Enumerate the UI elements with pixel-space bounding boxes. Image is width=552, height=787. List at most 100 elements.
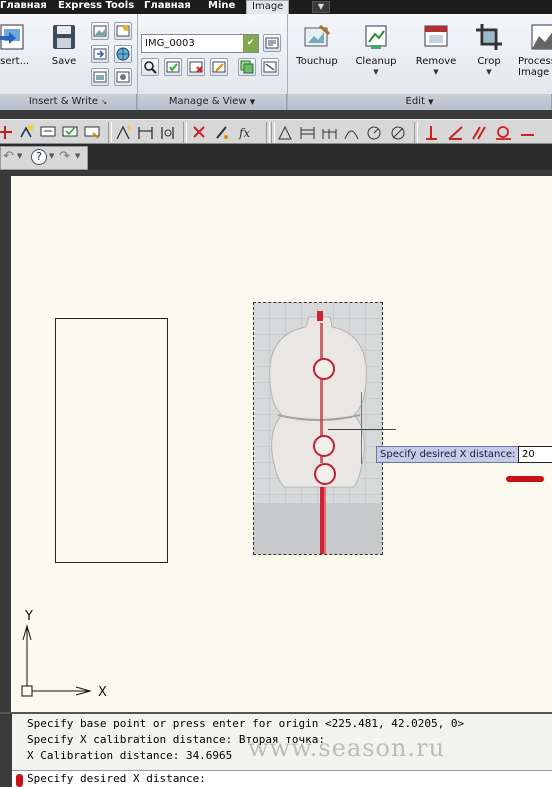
arc-dim-icon[interactable] xyxy=(342,123,361,142)
aligned-dim-icon[interactable] xyxy=(158,123,177,142)
edit-panel-title[interactable]: Edit ▼ xyxy=(288,94,552,110)
save-button-label: Save xyxy=(51,56,77,67)
manage-view-panel-title[interactable]: Manage & View ▼ xyxy=(138,94,287,110)
toolbar-separator xyxy=(271,122,275,143)
help-icon[interactable]: ? xyxy=(31,149,47,165)
crop-button[interactable]: Crop ▼ xyxy=(465,18,513,88)
chevron-down-icon[interactable]: ✔ xyxy=(243,35,258,52)
cleanup-button[interactable]: Cleanup ▼ xyxy=(352,18,400,88)
process-image-label: Process Image xyxy=(518,56,552,78)
perpendicular-icon[interactable] xyxy=(422,123,441,142)
insert-button-label: Insert... xyxy=(0,56,30,67)
crop-label: Crop xyxy=(477,56,501,67)
tab-mine[interactable]: Mine xyxy=(208,0,235,14)
cleanup-label: Cleanup xyxy=(355,56,397,67)
zoom-image-icon[interactable] xyxy=(141,58,159,76)
command-history-line: X Calibration distance: 34.6965 xyxy=(27,749,233,762)
chevron-down-icon[interactable]: ▼ xyxy=(17,152,22,160)
touchup-label: Touchup xyxy=(296,56,338,67)
dimension-toolbar: fx xyxy=(0,119,552,144)
toolbar-separator xyxy=(414,122,418,143)
dropdown-icon[interactable]: ▼ xyxy=(312,1,330,13)
ribbon-tab-bar: Главная Express Tools Главная Mine Image… xyxy=(0,0,552,14)
chevron-down-icon: ▼ xyxy=(249,98,256,106)
tab-glavnaya-1[interactable]: Главная xyxy=(0,0,47,14)
toolbar-separator xyxy=(183,122,187,143)
crosshair-horizontal xyxy=(328,429,396,430)
save-button[interactable]: Save xyxy=(40,18,88,88)
chevron-down-icon[interactable]: ▼ xyxy=(75,152,80,160)
command-prompt: Specify desired X distance: xyxy=(27,772,206,785)
ribbon: Insert... Save Insert & Write ↘ IMG_0003… xyxy=(0,14,552,110)
ordinate-dim-icon[interactable] xyxy=(276,123,295,142)
radius-dim-icon[interactable] xyxy=(364,123,383,142)
cleanup-icon xyxy=(365,25,387,49)
text-edit-icon[interactable] xyxy=(39,123,58,142)
process-image-icon xyxy=(531,24,552,50)
text-tag-icon[interactable] xyxy=(83,123,102,142)
baseline-dim-icon[interactable] xyxy=(298,123,317,142)
dynamic-input-field[interactable]: 20 xyxy=(518,446,552,463)
delete-objects-icon[interactable] xyxy=(190,123,209,142)
undo-icon[interactable]: ↶ xyxy=(3,149,14,164)
image-manager-icon[interactable] xyxy=(263,34,281,52)
tab-image[interactable]: Image xyxy=(246,0,290,14)
insert-write-panel-title[interactable]: Insert & Write ↘ xyxy=(0,94,137,110)
command-highlight-mark xyxy=(16,774,23,787)
command-history-line: Specify base point or press enter for or… xyxy=(27,717,465,730)
edit-properties-icon[interactable] xyxy=(212,123,231,142)
watermark: www.season.ru xyxy=(248,734,446,762)
crop-icon xyxy=(476,24,502,50)
parallel-icon[interactable] xyxy=(470,123,489,142)
redo-icon[interactable]: ↷ xyxy=(59,149,70,164)
ucs-x-label: X xyxy=(98,685,107,700)
horizontal-icon[interactable] xyxy=(518,123,537,142)
chevron-down-icon: ▼ xyxy=(433,68,439,76)
crosshair-vertical xyxy=(361,392,362,464)
image-delete-icon[interactable] xyxy=(187,58,205,76)
image-copy-icon[interactable] xyxy=(238,58,256,76)
image-globe-icon[interactable] xyxy=(114,45,132,63)
image-edit-icon[interactable] xyxy=(210,58,228,76)
angle-dim-icon[interactable] xyxy=(114,123,133,142)
image-name-combobox[interactable]: IMG_0003 ✔ xyxy=(141,34,259,53)
touchup-button[interactable]: Touchup xyxy=(293,18,341,88)
tab-express-tools[interactable]: Express Tools xyxy=(58,0,134,14)
rotate-icon[interactable] xyxy=(17,123,36,142)
tab-glavnaya-2[interactable]: Главная xyxy=(144,0,191,14)
function-fx-icon[interactable]: fx xyxy=(236,123,255,142)
undo-toolbar: ↶ ▼ ? ▼ ↷ ▼ xyxy=(0,146,88,170)
ucs-icon: Y X xyxy=(21,609,107,700)
image-resize-icon[interactable] xyxy=(261,58,279,76)
insert-image-icon xyxy=(0,24,24,50)
image-check-icon[interactable] xyxy=(164,58,182,76)
cad-window: Главная Express Tools Главная Mine Image… xyxy=(0,0,552,787)
command-line-handle[interactable] xyxy=(0,714,12,787)
linear-dim-icon[interactable] xyxy=(136,123,155,142)
process-image-button[interactable]: Process Image xyxy=(518,18,552,88)
image-export-icon[interactable] xyxy=(91,45,109,63)
image-insert-small-icon[interactable] xyxy=(91,68,109,86)
remove-button[interactable]: Remove ▼ xyxy=(412,18,460,88)
text-check-icon[interactable] xyxy=(61,123,80,142)
remove-icon xyxy=(424,25,448,47)
rectangle-entity[interactable] xyxy=(55,318,168,563)
image-quality-icon[interactable] xyxy=(114,22,132,40)
command-input[interactable]: Specify desired X distance: xyxy=(12,770,552,787)
ribbon-divider xyxy=(0,110,552,119)
insert-button[interactable]: Insert... xyxy=(0,18,34,88)
diameter-dim-icon[interactable] xyxy=(388,123,407,142)
tangent-icon[interactable] xyxy=(494,123,513,142)
image-frame-icon[interactable] xyxy=(91,22,109,40)
highlight-mark xyxy=(506,476,544,482)
touchup-brush-icon xyxy=(304,24,330,47)
chevron-down-icon[interactable]: ▼ xyxy=(49,152,54,160)
image-name-value: IMG_0003 xyxy=(145,38,195,49)
image-camera-icon[interactable] xyxy=(114,68,132,86)
continue-dim-icon[interactable] xyxy=(320,123,339,142)
move-icon[interactable] xyxy=(0,123,15,142)
chevron-down-icon: ▼ xyxy=(428,98,434,106)
chevron-down-icon: ▼ xyxy=(373,68,379,76)
chevron-down-icon: ▼ xyxy=(486,68,492,76)
angle-icon[interactable] xyxy=(446,123,465,142)
